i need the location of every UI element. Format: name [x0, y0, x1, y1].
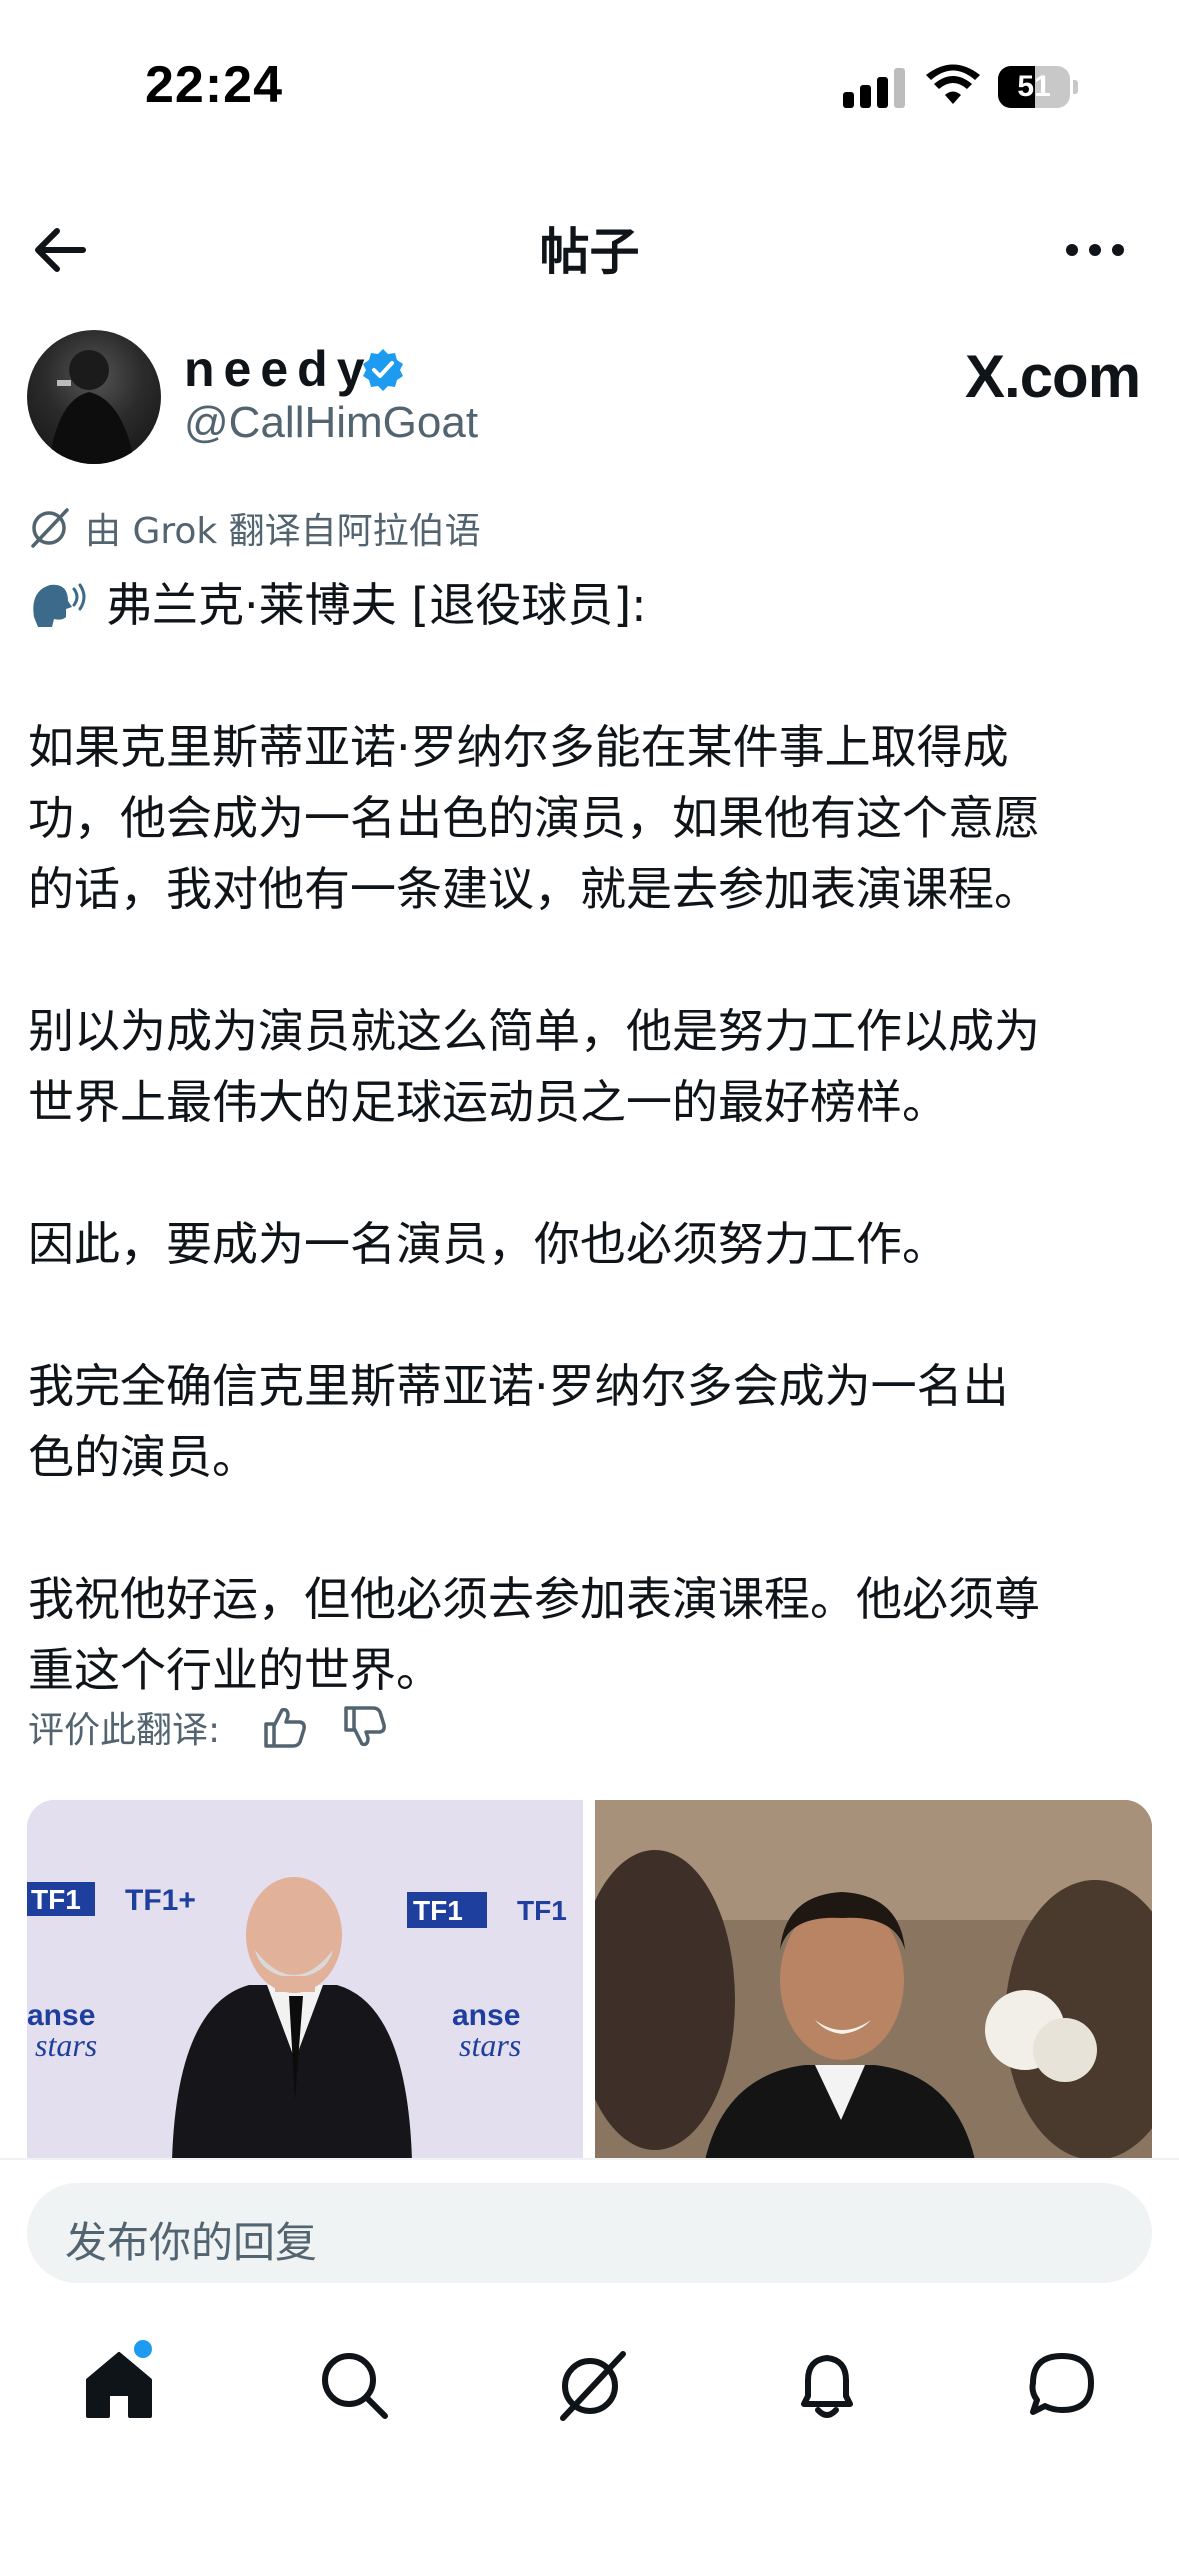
- media-photo-left[interactable]: TF1 TF1+ TF1 TF1 anse stars anse stars: [27, 1800, 583, 2160]
- backdrop-text: stars: [35, 2027, 97, 2063]
- message-icon: [1029, 2353, 1094, 2415]
- thumbs-down-icon[interactable]: [340, 1702, 390, 1752]
- text-line: 的话，我对他有一条建议，就是去参加表演课程。: [28, 862, 1040, 916]
- backdrop-text: TF1: [413, 1895, 463, 1926]
- text-line: 重这个行业的世界。: [28, 1643, 442, 1697]
- tab-notifications[interactable]: [782, 2340, 872, 2430]
- text-line: 色的演员。: [28, 1430, 258, 1484]
- tab-grok[interactable]: [545, 2340, 635, 2430]
- grok-icon: [31, 508, 69, 548]
- display-name[interactable]: needy: [184, 340, 374, 398]
- reply-placeholder: 发布你的回复: [65, 2218, 318, 2267]
- battery-percent: 51: [1017, 70, 1051, 103]
- reply-input[interactable]: 发布你的回复: [27, 2183, 1152, 2283]
- paragraph-4: 我完全确信克里斯蒂亚诺·罗纳尔多会成为一名出 色的演员。: [28, 1351, 1158, 1493]
- cellular-signal-icon: [843, 68, 905, 108]
- text-line: 我祝他好运，但他必须去参加表演课程。他必须尊: [28, 1572, 1040, 1626]
- wifi-icon: [926, 64, 980, 104]
- tab-home[interactable]: [74, 2340, 164, 2430]
- rate-translation: 评价此翻译:: [28, 1695, 420, 1759]
- text-line: 功，他会成为一名出色的演员，如果他有这个意愿: [28, 791, 1040, 845]
- speaking-head-icon: [33, 583, 86, 627]
- notification-dot: [134, 2340, 152, 2358]
- post-text: 弗兰克·莱博夫 [退役球员]: 如果克里斯蒂亚诺·罗纳尔多能在某件事上取得成 功…: [28, 570, 1158, 1706]
- paragraph-3: 因此，要成为一名演员，你也必须努力工作。: [28, 1209, 1158, 1280]
- grok-icon: [560, 2351, 626, 2421]
- divider: [0, 2158, 1179, 2160]
- translation-label: 由 Grok 翻译自阿拉伯语: [85, 511, 481, 552]
- post-headline: 弗兰克·莱博夫 [退役球员]:: [28, 570, 1158, 641]
- media-photo-right[interactable]: [595, 1800, 1152, 2160]
- paragraph-5: 我祝他好运，但他必须去参加表演课程。他必须尊 重这个行业的世界。: [28, 1564, 1158, 1706]
- backdrop-text: stars: [459, 2027, 521, 2063]
- text-line: 因此，要成为一名演员，你也必须努力工作。: [28, 1217, 948, 1271]
- user-handle[interactable]: @CallHimGoat: [184, 398, 478, 448]
- backdrop-text: TF1+: [125, 1884, 196, 1917]
- text-line: 如果克里斯蒂亚诺·罗纳尔多能在某件事上取得成: [28, 720, 1009, 774]
- status-bar: 22:24 51: [0, 0, 1179, 150]
- xcom-watermark: X.com: [965, 343, 1141, 410]
- bottom-tab-bar: [0, 2330, 1179, 2450]
- verified-badge-icon: [363, 349, 403, 391]
- battery-icon: 51: [998, 66, 1078, 108]
- more-horizontal-icon[interactable]: [1060, 220, 1130, 280]
- paragraph-2: 别以为成为演员就这么简单，他是努力工作以成为 世界上最伟大的足球运动员之一的最好…: [28, 996, 1158, 1138]
- tab-messages[interactable]: [1017, 2340, 1107, 2430]
- text-line: 世界上最伟大的足球运动员之一的最好榜样。: [28, 1075, 948, 1129]
- status-time: 22:24: [145, 56, 283, 114]
- headline-text: 弗兰克·莱博夫 [退役球员]:: [106, 578, 647, 632]
- avatar[interactable]: [27, 330, 161, 464]
- page-title: 帖子: [539, 223, 640, 281]
- post-header: 帖子: [0, 190, 1179, 300]
- post-media[interactable]: TF1 TF1+ TF1 TF1 anse stars anse stars: [27, 1800, 1152, 2160]
- search-icon: [322, 2353, 388, 2419]
- bell-icon: [801, 2355, 853, 2418]
- text-line: 别以为成为演员就这么简单，他是努力工作以成为: [28, 1004, 1040, 1058]
- backdrop-text: TF1: [31, 1884, 81, 1915]
- translation-note: 由 Grok 翻译自阿拉伯语: [27, 498, 481, 558]
- tab-search[interactable]: [309, 2340, 399, 2430]
- text-line: 我完全确信克里斯蒂亚诺·罗纳尔多会成为一名出: [28, 1359, 1009, 1413]
- backdrop-text: TF1: [517, 1895, 567, 1926]
- post-author: needy @CallHimGoat X.com: [27, 330, 1152, 470]
- rate-label: 评价此翻译:: [28, 1710, 221, 1751]
- paragraph-1: 如果克里斯蒂亚诺·罗纳尔多能在某件事上取得成 功，他会成为一名出色的演员，如果他…: [28, 712, 1158, 925]
- thumbs-up-icon[interactable]: [260, 1702, 310, 1752]
